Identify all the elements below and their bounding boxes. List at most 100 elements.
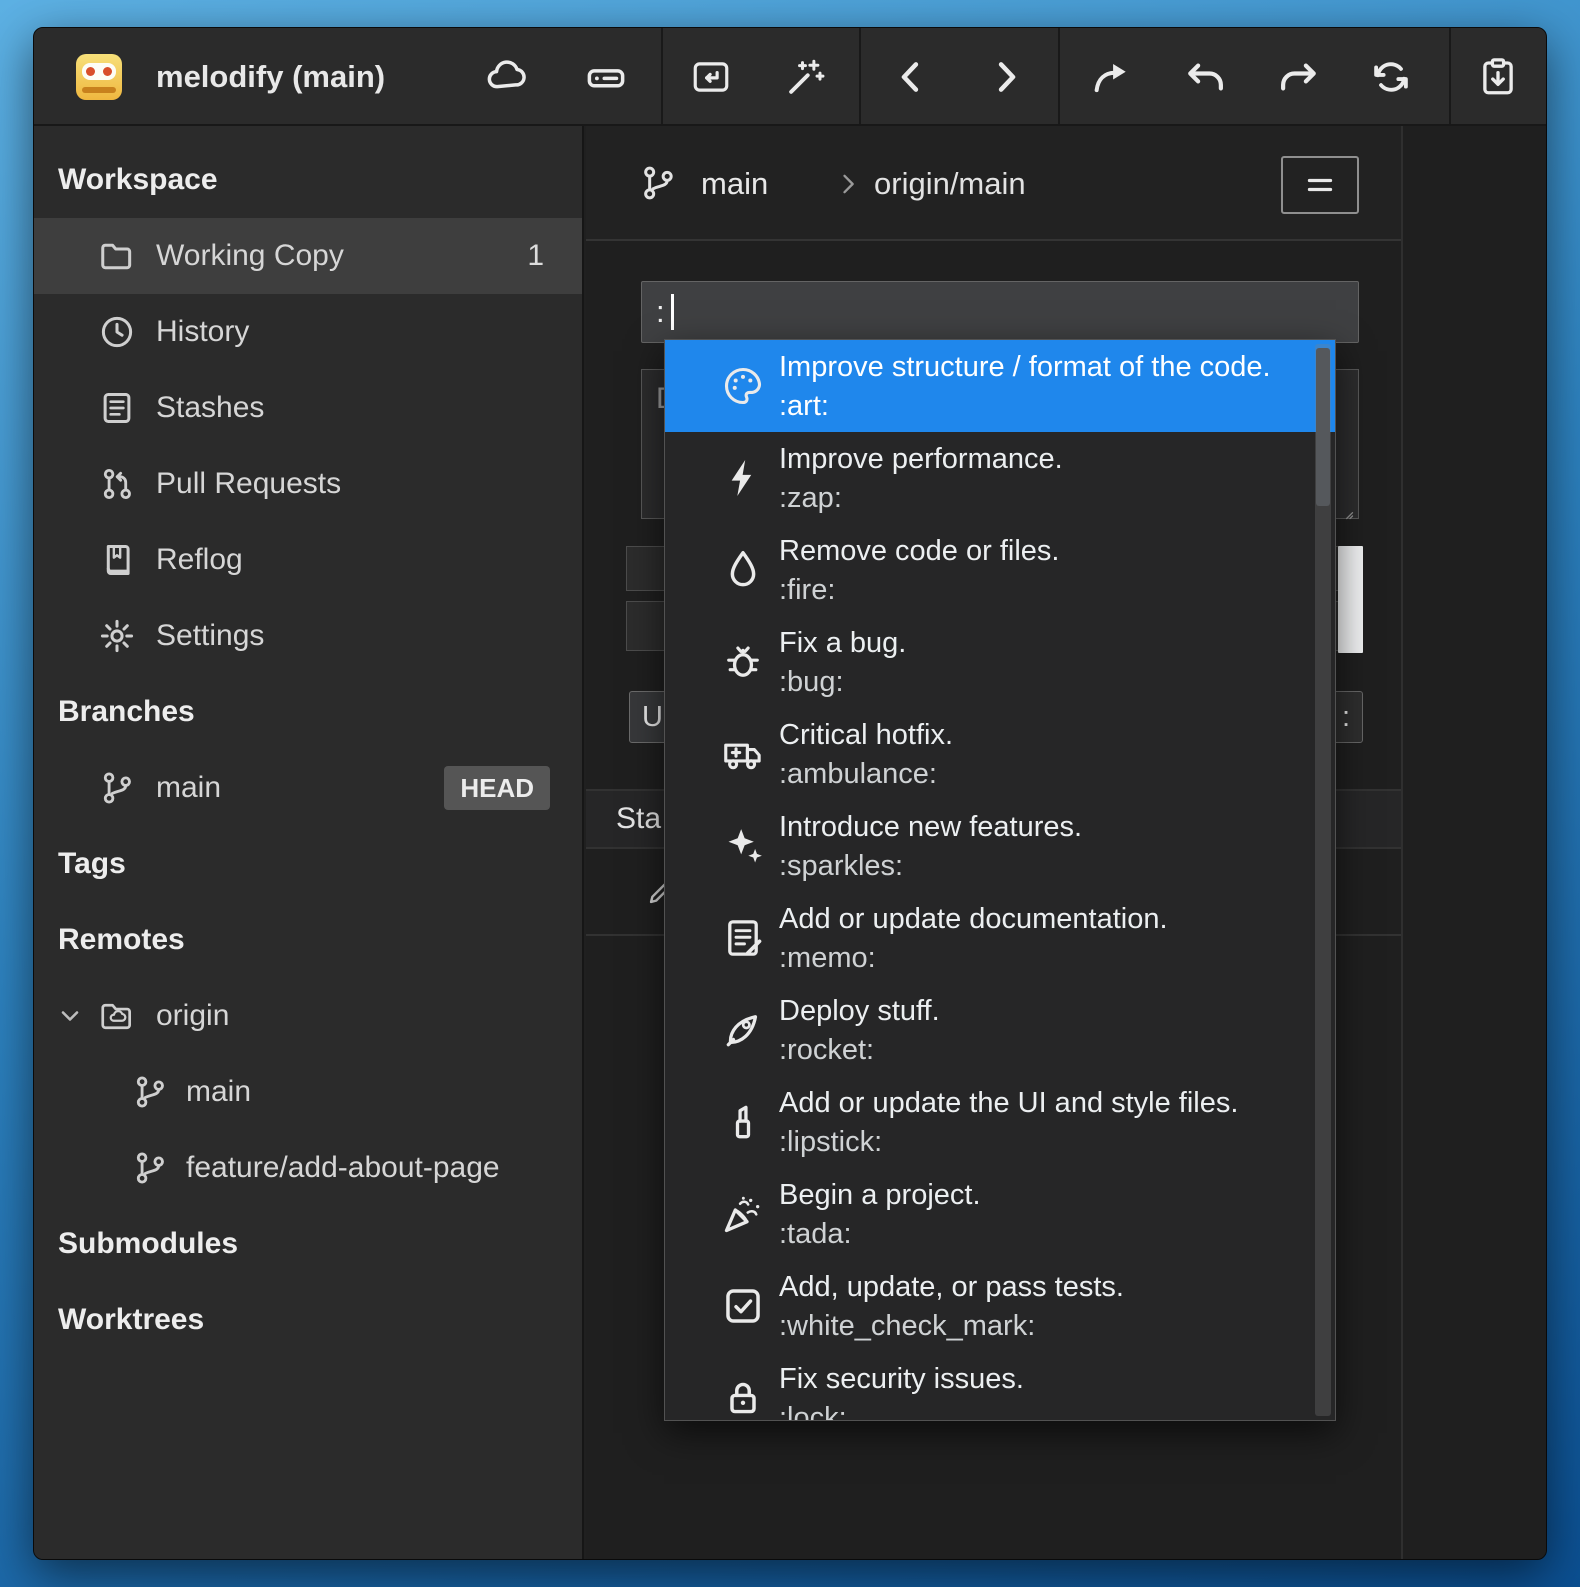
suggestion-code: :lipstick: xyxy=(779,1126,882,1158)
sidebar-item-label: feature/add-about-page xyxy=(34,1151,500,1185)
sidebar-item-pull-requests[interactable]: Pull Requests xyxy=(34,446,582,522)
sidebar-item-remote-feature-branch[interactable]: feature/add-about-page xyxy=(34,1130,582,1206)
dropdown-item-bug[interactable]: Fix a bug. :bug: xyxy=(665,616,1335,708)
sidebar-item-label: Working Copy xyxy=(34,239,344,273)
suggestion-title: Introduce new features. xyxy=(779,811,1082,843)
panel-divider[interactable] xyxy=(1401,126,1403,1559)
chevron-right-icon xyxy=(834,170,862,198)
suggestion-code: :art: xyxy=(779,390,829,422)
dropdown-item-tada[interactable]: Begin a project. :tada: xyxy=(665,1168,1335,1260)
suggestion-title: Improve structure / format of the code. xyxy=(779,351,1271,383)
bug-icon xyxy=(721,640,765,684)
undo-icon[interactable] xyxy=(1178,49,1234,105)
right-button-partial-label: : xyxy=(1342,701,1350,734)
count-badge: 1 xyxy=(527,239,544,273)
sidebar-header-submodules[interactable]: Submodules xyxy=(34,1206,582,1282)
redo-icon[interactable] xyxy=(1270,49,1326,105)
sidebar-item-branch-main[interactable]: main HEAD xyxy=(34,750,582,826)
breadcrumb-upstream[interactable]: origin/main xyxy=(874,126,1026,241)
cloud-icon[interactable] xyxy=(478,49,534,105)
sync-icon[interactable] xyxy=(1363,49,1419,105)
sidebar-item-history[interactable]: History xyxy=(34,294,582,370)
sidebar-item-label: Stashes xyxy=(34,391,264,425)
unstage-partial-label: U xyxy=(642,701,663,734)
window-title: melodify (main) xyxy=(156,28,385,126)
suggestion-code: :rocket: xyxy=(779,1034,874,1066)
suggestion-title: Add or update documentation. xyxy=(779,903,1168,935)
sidebar-header-branches[interactable]: Branches xyxy=(34,674,582,750)
sidebar-item-label: Settings xyxy=(34,619,264,653)
suggestion-code: :white_check_mark: xyxy=(779,1310,1035,1342)
suggestion-code: :zap: xyxy=(779,482,842,514)
suggestion-title: Deploy stuff. xyxy=(779,995,940,1027)
suggestion-title: Critical hotfix. xyxy=(779,719,953,751)
dropdown-item-art[interactable]: Improve structure / format of the code. … xyxy=(665,340,1335,432)
dropdown-item-rocket[interactable]: Deploy stuff. :rocket: xyxy=(665,984,1335,1076)
sidebar-header-workspace[interactable]: Workspace xyxy=(34,142,582,218)
dropdown-item-white-check-mark[interactable]: Add, update, or pass tests. :white_check… xyxy=(665,1260,1335,1352)
suggestion-code: :sparkles: xyxy=(779,850,903,882)
dropdown-scrollbar[interactable] xyxy=(1315,344,1331,1416)
branch-icon xyxy=(131,1149,169,1187)
breadcrumb-branch[interactable]: main xyxy=(701,126,768,241)
hamburger-icon xyxy=(1302,167,1338,203)
suggestion-code: :memo: xyxy=(779,942,876,974)
sidebar-header-worktrees[interactable]: Worktrees xyxy=(34,1282,582,1358)
forward-icon[interactable] xyxy=(978,49,1034,105)
app-window: melodify (main) Workspace Working Copy 1… xyxy=(33,27,1547,1560)
resize-grip-icon[interactable] xyxy=(1335,495,1355,515)
dropdown-item-zap[interactable]: Improve performance. :zap: xyxy=(665,432,1335,524)
suggestion-title: Add or update the UI and style files. xyxy=(779,1087,1238,1119)
sidebar-item-label: Pull Requests xyxy=(34,467,341,501)
stash-icon xyxy=(98,389,136,427)
chevron-down-icon[interactable] xyxy=(56,1002,84,1030)
commit-return-icon[interactable] xyxy=(683,49,739,105)
dropdown-scrollbar-thumb[interactable] xyxy=(1316,348,1330,506)
sidebar-item-settings[interactable]: Settings xyxy=(34,598,582,674)
gitmoji-autocomplete-dropdown: Improve structure / format of the code. … xyxy=(664,339,1336,1421)
hamburger-menu-button[interactable] xyxy=(1281,156,1359,214)
sidebar-item-remote-main[interactable]: main xyxy=(34,1054,582,1130)
lipstick-icon xyxy=(721,1100,765,1144)
sidebar-item-working-copy[interactable]: Working Copy 1 xyxy=(34,218,582,294)
toolbar-separator xyxy=(859,28,861,124)
tada-icon xyxy=(721,1192,765,1236)
ambulance-icon xyxy=(721,732,765,776)
dropdown-item-fire[interactable]: Remove code or files. :fire: xyxy=(665,524,1335,616)
suggestion-title: Begin a project. xyxy=(779,1179,981,1211)
suggestion-code: :tada: xyxy=(779,1218,852,1250)
folder-icon xyxy=(98,237,136,275)
clipboard-download-icon[interactable] xyxy=(1470,49,1526,105)
sidebar-item-remote-origin[interactable]: origin xyxy=(34,978,582,1054)
commit-summary-input[interactable]: : xyxy=(641,281,1359,343)
magic-wand-icon[interactable] xyxy=(778,49,834,105)
suggestion-title: Remove code or files. xyxy=(779,535,1059,567)
text-caret xyxy=(671,294,674,330)
palette-icon xyxy=(721,364,765,408)
dropdown-item-sparkles[interactable]: Introduce new features. :sparkles: xyxy=(665,800,1335,892)
dropdown-item-lock[interactable]: Fix security issues. :lock: xyxy=(665,1352,1335,1421)
pull-request-icon xyxy=(98,465,136,503)
drive-icon[interactable] xyxy=(578,49,634,105)
sidebar-header-remotes[interactable]: Remotes xyxy=(34,902,582,978)
back-icon[interactable] xyxy=(883,49,939,105)
dropdown-item-lipstick[interactable]: Add or update the UI and style files. :l… xyxy=(665,1076,1335,1168)
toolbar-separator xyxy=(1058,28,1060,124)
fire-icon xyxy=(721,548,765,592)
commit-summary-value: : xyxy=(656,294,665,330)
suggestion-title: Fix security issues. xyxy=(779,1363,1024,1395)
rocket-icon xyxy=(721,1008,765,1052)
sidebar-item-reflog[interactable]: Reflog xyxy=(34,522,582,598)
share-icon[interactable] xyxy=(1083,49,1139,105)
clock-icon xyxy=(98,313,136,351)
dropdown-item-ambulance[interactable]: Critical hotfix. :ambulance: xyxy=(665,708,1335,800)
sidebar-item-stashes[interactable]: Stashes xyxy=(34,370,582,446)
suggestion-code: :bug: xyxy=(779,666,844,698)
white-scrollbar-thumb[interactable] xyxy=(1338,546,1363,653)
branch-icon xyxy=(638,163,678,203)
dropdown-item-memo[interactable]: Add or update documentation. :memo: xyxy=(665,892,1335,984)
suggestion-code: :lock: xyxy=(779,1402,847,1421)
suggestion-title: Fix a bug. xyxy=(779,627,906,659)
sidebar-header-tags[interactable]: Tags xyxy=(34,826,582,902)
cloud-folder-icon xyxy=(98,997,136,1035)
